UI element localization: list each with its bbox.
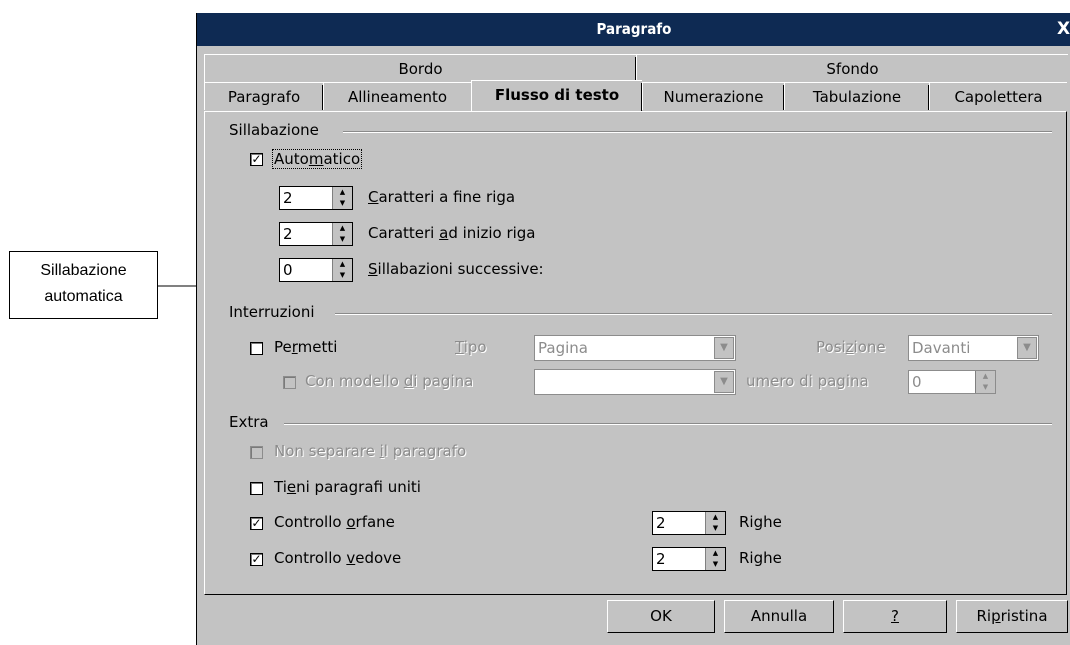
ok-button[interactable]: OK <box>607 600 715 633</box>
no-split-label: Non separare il paragrafo <box>274 442 467 460</box>
spin-down-icon[interactable]: ▼ <box>333 270 352 281</box>
cancel-button[interactable]: Annulla <box>724 600 834 633</box>
auto-hyphen-checkbox[interactable]: ✓ <box>250 153 263 166</box>
page-template-checkbox[interactable] <box>283 376 296 389</box>
keep-together-checkbox[interactable] <box>250 482 263 495</box>
spin-down-icon[interactable]: ▼ <box>706 523 725 534</box>
tab-numerazione[interactable]: Numerazione <box>642 82 784 110</box>
end-chars-stepper[interactable]: 2 ▲ ▼ <box>279 186 353 210</box>
orphan-control-checkbox[interactable]: ✓ <box>250 517 263 530</box>
widow-lines-stepper[interactable]: 2 ▲ ▼ <box>652 547 726 571</box>
help-button[interactable]: ? <box>843 600 947 633</box>
widow-lines-unit: Righe <box>739 549 782 567</box>
end-chars-value: 2 <box>283 189 293 207</box>
tab-sfondo[interactable]: Sfondo <box>636 54 1068 82</box>
group-separator <box>284 423 1052 425</box>
start-chars-value: 2 <box>283 225 293 243</box>
page-number-label: umero di pagina <box>746 372 869 390</box>
spin-down-icon[interactable]: ▼ <box>976 382 995 393</box>
orphan-control-label[interactable]: Controllo orfane <box>274 513 395 531</box>
tab-paragrafo[interactable]: Paragrafo <box>204 82 323 110</box>
dialog-titlebar[interactable]: Paragrafo <box>197 13 1070 46</box>
keep-together-label[interactable]: Tieni paragrafi uniti <box>274 478 421 496</box>
spin-up-icon[interactable]: ▲ <box>706 548 725 559</box>
spin-up-icon[interactable]: ▲ <box>333 259 352 270</box>
group-title-extra: Extra <box>229 413 273 431</box>
start-chars-label: Caratteri ad inizio riga <box>368 224 536 242</box>
spin-down-icon[interactable]: ▼ <box>706 559 725 570</box>
page-template-select[interactable]: ▼ <box>534 369 736 395</box>
chevron-down-icon[interactable]: ▼ <box>1017 337 1037 359</box>
no-split-checkbox[interactable] <box>250 446 263 459</box>
widow-control-label[interactable]: Controllo vedove <box>274 549 401 567</box>
break-type-label: Tipo <box>455 338 487 356</box>
close-icon[interactable]: X <box>1057 13 1070 46</box>
tab-tabulazione[interactable]: Tabulazione <box>784 82 929 110</box>
break-position-label: Posizione <box>816 338 886 356</box>
tab-allineamento[interactable]: Allineamento <box>323 82 471 110</box>
break-type-select[interactable]: Pagina ▼ <box>534 335 736 361</box>
orphan-lines-stepper[interactable]: 2 ▲ ▼ <box>652 511 726 535</box>
chevron-down-icon[interactable]: ▼ <box>714 371 734 393</box>
group-separator <box>335 313 1052 315</box>
spin-up-icon[interactable]: ▲ <box>333 187 352 198</box>
spin-down-icon[interactable]: ▼ <box>333 198 352 209</box>
dialog-title: Paragrafo <box>596 20 672 38</box>
tab-flusso-di-testo[interactable]: Flusso di testo <box>471 80 642 111</box>
widow-control-checkbox[interactable]: ✓ <box>250 553 263 566</box>
tab-bordo[interactable]: Bordo <box>204 54 636 82</box>
group-separator <box>343 131 1052 133</box>
tab-capolettera[interactable]: Capolettera <box>929 82 1067 110</box>
max-hyphens-stepper[interactable]: 0 ▲ ▼ <box>279 258 353 282</box>
reset-button[interactable]: Ripristina <box>956 600 1068 633</box>
end-chars-label: Caratteri a fine riga <box>368 188 516 206</box>
permit-break-checkbox[interactable] <box>250 342 263 355</box>
permit-break-label[interactable]: Permetti <box>274 338 337 356</box>
spin-down-icon[interactable]: ▼ <box>333 234 352 245</box>
group-title-interruzioni: Interruzioni <box>229 303 319 321</box>
max-hyphens-label: Sillabazioni successive: <box>368 260 544 278</box>
start-chars-stepper[interactable]: 2 ▲ ▼ <box>279 222 353 246</box>
spin-up-icon[interactable]: ▲ <box>333 223 352 234</box>
page-number-stepper[interactable]: 0 ▲ ▼ <box>908 370 996 394</box>
spin-up-icon[interactable]: ▲ <box>706 512 725 523</box>
spin-up-icon[interactable]: ▲ <box>976 371 995 382</box>
page-template-label: Con modello di pagina <box>305 372 474 390</box>
max-hyphens-value: 0 <box>283 261 293 279</box>
group-title-sillabazione: Sillabazione <box>229 121 323 139</box>
chevron-down-icon[interactable]: ▼ <box>714 337 734 359</box>
break-position-select[interactable]: Davanti ▼ <box>908 335 1039 361</box>
orphan-lines-unit: Righe <box>739 513 782 531</box>
auto-hyphen-label[interactable]: Automatico <box>272 149 363 169</box>
